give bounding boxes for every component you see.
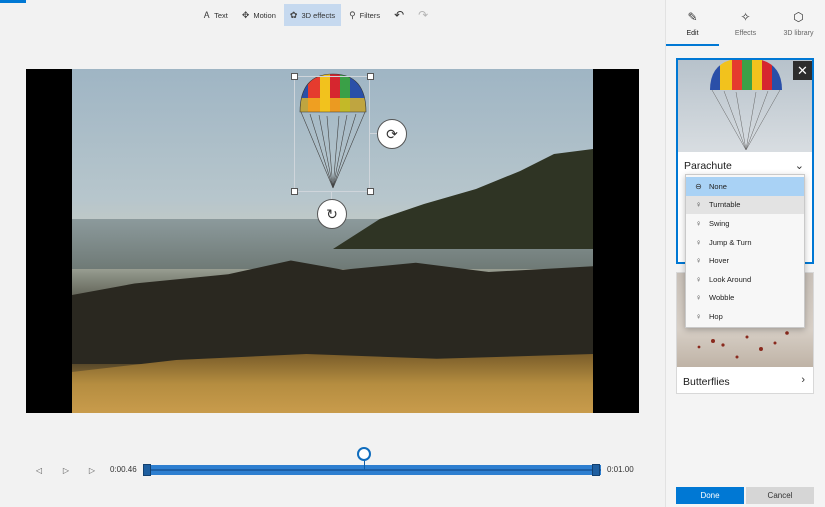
close-icon: ✕ [797, 62, 808, 78]
tab-effects-label: Effects [734, 29, 757, 37]
dropdown-item-label: Hop [709, 311, 723, 321]
play-button[interactable]: ▷ [59, 463, 73, 477]
redo-icon: ↷ [418, 8, 429, 22]
dropdown-item-hop[interactable]: ♀ Hop [686, 307, 804, 326]
motion-icon: ✥ [241, 9, 250, 20]
selection-box [294, 76, 370, 192]
dropdown-item-wobble[interactable]: ♀ Wobble [686, 289, 804, 308]
dropdown-item-label: Turntable [709, 200, 741, 210]
wobble-icon: ♀ [695, 293, 702, 303]
tab-3d-library[interactable]: ⬡ 3D library [772, 0, 825, 46]
rotate-vertical-button[interactable]: ⟳ [377, 119, 407, 149]
dropdown-item-none[interactable]: ⊖ None [686, 177, 804, 196]
dropdown-item-swing[interactable]: ♀ Swing [686, 214, 804, 233]
dropdown-item-label: Look Around [709, 274, 752, 284]
text-icon: Ꭺ [204, 9, 211, 20]
resize-handle-top-right[interactable] [367, 73, 374, 80]
cube-icon: ⬡ [793, 9, 804, 24]
trim-start-handle[interactable] [143, 464, 151, 476]
look-around-icon: ♀ [695, 274, 702, 284]
chevron-right-icon[interactable]: › [801, 374, 805, 386]
previous-frame-icon: ◁ [35, 465, 43, 475]
rotate-horizontal-button[interactable]: ↻ [317, 199, 347, 229]
3d-effects-icon: ✿ [289, 9, 298, 20]
redo-button[interactable]: ↷ [412, 4, 434, 26]
tab-effects[interactable]: ✧ Effects [719, 0, 772, 46]
parachute-card-label: Parachute [684, 160, 732, 172]
3d-effects-button[interactable]: ✿ 3D effects [283, 4, 342, 26]
jump-turn-icon: ♀ [695, 237, 702, 247]
dropdown-item-label: Wobble [709, 293, 735, 303]
text-button-label: Text [214, 10, 228, 20]
tab-edit-label: Edit [686, 29, 699, 37]
hover-icon: ♀ [695, 256, 702, 266]
dropdown-item-look-around[interactable]: ♀ Look Around [686, 270, 804, 289]
dropdown-item-turntable[interactable]: ♀ Turntable [686, 195, 804, 215]
resize-handle-bottom-left[interactable] [291, 188, 298, 195]
timeline-track-line [146, 469, 601, 471]
dropdown-item-label: Jump & Turn [709, 237, 752, 247]
hill [333, 149, 593, 249]
motion-button[interactable]: ✥ Motion [236, 4, 282, 26]
accent-strip [0, 0, 26, 3]
close-button[interactable]: ✕ [793, 61, 812, 80]
text-button[interactable]: Ꭺ Text [198, 4, 234, 26]
end-time: 0:01.00 [607, 465, 634, 474]
trim-end-handle[interactable] [592, 464, 600, 476]
motion-button-label: Motion [253, 10, 276, 20]
filters-icon: ⚲ [349, 9, 356, 20]
current-time: 0:00.46 [110, 465, 137, 474]
toolbar: Ꭺ Text ✥ Motion ✿ 3D effects ⚲ Filters ↶… [198, 4, 434, 26]
filters-button[interactable]: ⚲ Filters [343, 4, 386, 26]
playhead-line [364, 460, 365, 470]
parachute-thumbnail-art [710, 60, 782, 151]
undo-button[interactable]: ↶ [388, 4, 410, 26]
3d-effects-button-label: 3D effects [301, 10, 336, 20]
tab-edit[interactable]: ✎ Edit [666, 0, 719, 46]
chevron-down-icon[interactable]: ⌄ [795, 159, 804, 172]
swing-icon: ♀ [695, 218, 702, 228]
dropdown-item-label: None [709, 181, 727, 191]
done-button[interactable]: Done [676, 487, 744, 504]
dropdown-item-label: Hover [709, 256, 730, 266]
none-icon: ⊖ [695, 181, 702, 191]
timeline-track[interactable] [146, 465, 601, 475]
play-icon: ▷ [62, 465, 70, 475]
playhead[interactable] [357, 447, 371, 461]
filters-button-label: Filters [359, 10, 381, 20]
butterflies-card-label: Butterflies [683, 376, 730, 388]
next-frame-button[interactable]: ▷ [85, 463, 99, 477]
animation-dropdown[interactable]: ⊖ None ♀ Turntable ♀ Swing ♀ Jump & Turn… [685, 174, 805, 328]
resize-handle-top-left[interactable] [291, 73, 298, 80]
dropdown-item-label: Swing [709, 218, 730, 228]
turntable-icon: ♀ [695, 200, 702, 210]
rotate-vertical-icon: ⟳ [386, 125, 398, 142]
next-frame-icon: ▷ [88, 465, 96, 475]
resize-handle-bottom-right[interactable] [367, 188, 374, 195]
cancel-button[interactable]: Cancel [746, 487, 814, 504]
parachute-thumbnail [678, 60, 812, 152]
pencil-icon: ✎ [687, 9, 698, 24]
dropdown-item-jump-turn[interactable]: ♀ Jump & Turn [686, 233, 804, 252]
sparkle-icon: ✧ [740, 9, 751, 24]
previous-frame-button[interactable]: ◁ [32, 463, 46, 477]
dropdown-item-hover[interactable]: ♀ Hover [686, 251, 804, 270]
undo-icon: ↶ [394, 8, 405, 22]
rotate-horizontal-icon: ↻ [326, 205, 338, 222]
tab-3d-library-label: 3D library [783, 29, 814, 37]
hop-icon: ♀ [695, 311, 702, 321]
